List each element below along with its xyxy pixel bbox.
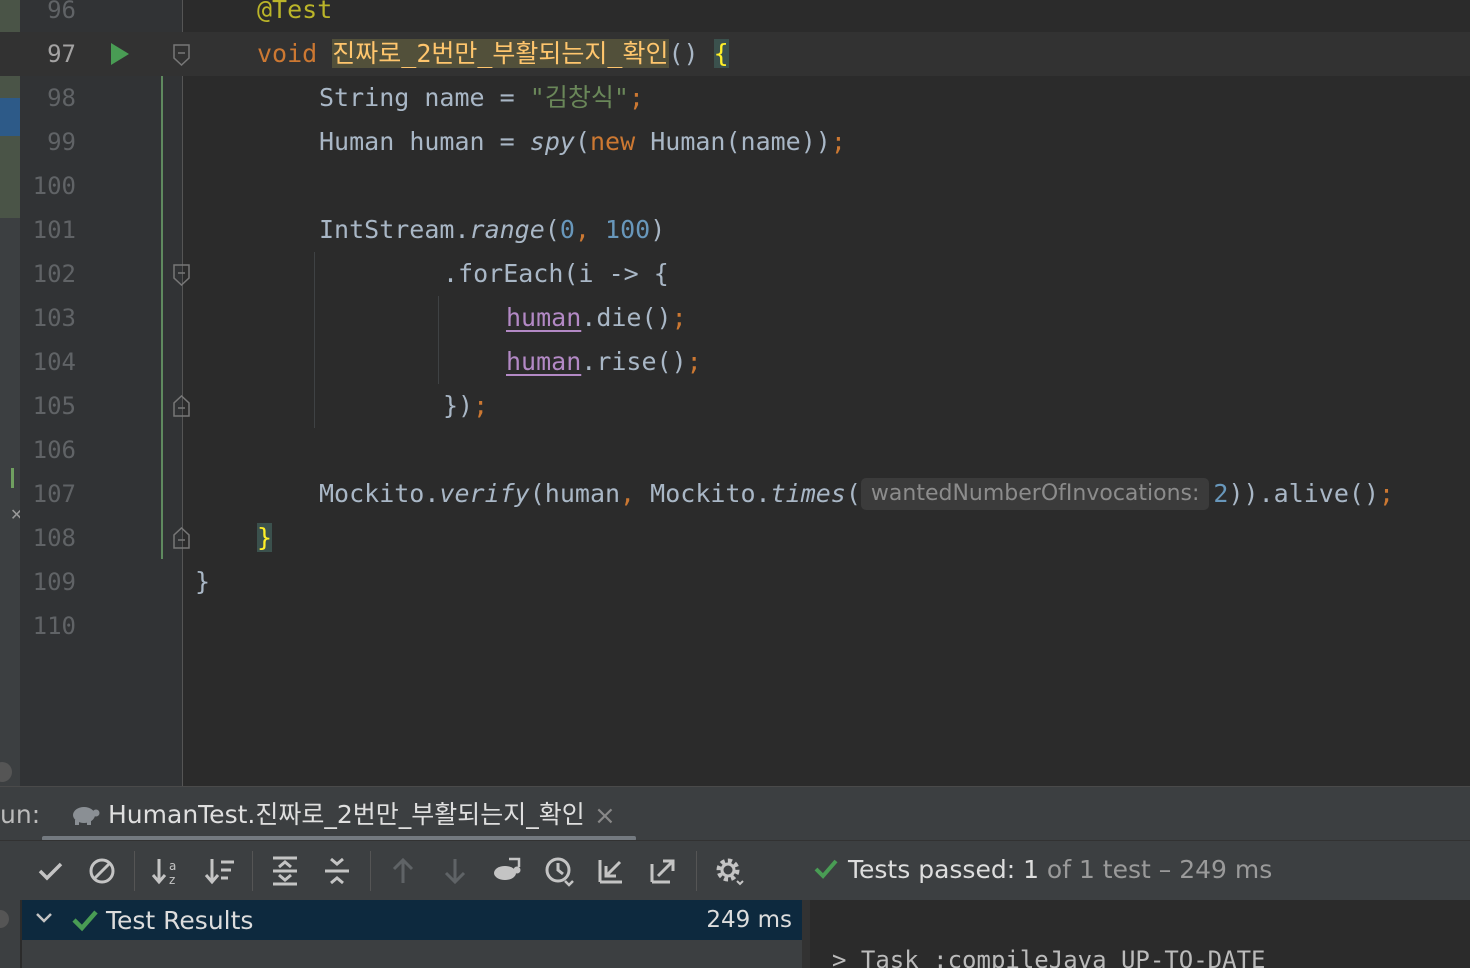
- fold-end-icon[interactable]: [173, 527, 190, 549]
- tree-row-test-results[interactable]: Test Results 249 ms: [22, 900, 802, 940]
- line-number: 110: [32, 612, 76, 640]
- test-turtle-icon: [73, 807, 100, 825]
- line-number: 104: [32, 348, 76, 376]
- tree-row-duration: 249 ms: [706, 907, 792, 933]
- export-icon[interactable]: [646, 854, 680, 888]
- code-line-103[interactable]: 103 human.die();: [0, 296, 1470, 340]
- scroll-knob[interactable]: [0, 762, 12, 782]
- stop-icon[interactable]: [85, 854, 119, 888]
- test-history-icon[interactable]: [542, 854, 576, 888]
- code-text[interactable]: Mockito.verify(human, Mockito.times(want…: [319, 472, 1394, 516]
- line-number: 96: [47, 0, 76, 24]
- svg-text:z: z: [169, 873, 175, 887]
- tree-row-label: Test Results: [106, 906, 254, 935]
- code-text[interactable]: human.rise();: [506, 340, 702, 384]
- test-status: Tests passed: 1 of 1 test – 249 ms: [814, 841, 1272, 899]
- test-results-area: Test Results 249 ms > Task :compileJava …: [0, 900, 1470, 968]
- panel-splitter[interactable]: [802, 900, 810, 968]
- code-text[interactable]: Human human = spy(new Human(name));: [319, 120, 846, 164]
- line-number: 102: [32, 260, 76, 288]
- code-line-101[interactable]: 101 IntStream.range(0, 100): [0, 208, 1470, 252]
- code-text[interactable]: IntStream.range(0, 100): [319, 208, 665, 252]
- console-line: > Task :compileJava UP-TO-DATE: [832, 946, 1266, 968]
- code-line-96[interactable]: 96 @Test: [0, 0, 1470, 32]
- run-config-tab[interactable]: HumanTest.진짜로_2번만_부활되는지_확인 ×: [42, 787, 636, 841]
- code-line-109[interactable]: 109 }: [0, 560, 1470, 604]
- code-text[interactable]: @Test: [257, 0, 332, 32]
- code-line-110[interactable]: 110: [0, 604, 1470, 648]
- collapse-all-icon[interactable]: [320, 854, 354, 888]
- line-number: 108: [32, 524, 76, 552]
- fold-marker-icon[interactable]: [173, 264, 190, 286]
- toolbar-separator: [370, 851, 371, 891]
- code-editor[interactable]: ✕ 96 @Test 97 void 진짜로_2번만_부활되는지_확인() { …: [0, 0, 1470, 786]
- parameter-hint: wantedNumberOfInvocations:: [860, 478, 1210, 510]
- test-tree: Test Results 249 ms: [22, 900, 802, 968]
- line-number: 109: [32, 568, 76, 596]
- toolbar-separator: [134, 851, 135, 891]
- sort-duration-icon[interactable]: [203, 854, 237, 888]
- line-number: 98: [47, 84, 76, 112]
- test-runner-toolbar: az Tests passed: 1 of 1 test – 249 ms: [0, 840, 1470, 900]
- code-line-106[interactable]: 106: [0, 428, 1470, 472]
- line-number: 107: [32, 480, 76, 508]
- code-text[interactable]: }: [195, 560, 210, 604]
- import-icon[interactable]: [594, 854, 628, 888]
- run-tab-title: HumanTest.진짜로_2번만_부활되는지_확인: [108, 800, 585, 829]
- code-text[interactable]: human.die();: [506, 296, 687, 340]
- sort-alpha-icon[interactable]: az: [150, 854, 184, 888]
- run-test-icon[interactable]: [111, 43, 129, 65]
- run-label: un:: [0, 800, 41, 829]
- settings-icon[interactable]: [712, 854, 746, 888]
- code-line-108[interactable]: 108 }: [0, 516, 1470, 560]
- code-line-98[interactable]: 98 String name = "김창식";: [0, 76, 1470, 120]
- rerun-failed-icon[interactable]: [490, 854, 524, 888]
- code-line-100[interactable]: 100: [0, 164, 1470, 208]
- line-number: 101: [32, 216, 76, 244]
- fold-end-icon[interactable]: [173, 395, 190, 417]
- code-text[interactable]: String name = "김창식";: [319, 76, 644, 120]
- line-number: 97: [47, 40, 76, 68]
- check-icon[interactable]: [33, 854, 67, 888]
- run-tool-header: un: HumanTest.진짜로_2번만_부활되는지_확인 ×: [0, 786, 1470, 841]
- toolbar-separator: [696, 851, 697, 891]
- expand-all-icon[interactable]: [268, 854, 302, 888]
- left-tool-strip: [0, 900, 20, 968]
- code-line-99[interactable]: 99 Human human = spy(new Human(name));: [0, 120, 1470, 164]
- fold-marker-icon[interactable]: [173, 44, 190, 66]
- code-text[interactable]: .forEach(i -> {: [443, 252, 669, 296]
- code-text[interactable]: });: [443, 384, 488, 428]
- chevron-down-icon[interactable]: [34, 908, 54, 928]
- previous-icon[interactable]: [386, 854, 420, 888]
- line-number: 100: [32, 172, 76, 200]
- code-line-97[interactable]: 97 void 진짜로_2번만_부활되는지_확인() {: [0, 32, 1470, 76]
- line-number: 103: [32, 304, 76, 332]
- code-text[interactable]: void 진짜로_2번만_부활되는지_확인() {: [257, 32, 729, 76]
- console-output[interactable]: > Task :compileJava UP-TO-DATE: [810, 900, 1470, 968]
- code-text[interactable]: }: [257, 516, 273, 560]
- toolbar-separator: [252, 851, 253, 891]
- code-line-107[interactable]: 107 Mockito.verify(human, Mockito.times(…: [0, 472, 1470, 516]
- svg-text:a: a: [169, 859, 176, 873]
- code-line-104[interactable]: 104 human.rise();: [0, 340, 1470, 384]
- next-icon[interactable]: [438, 854, 472, 888]
- success-check-icon: [814, 859, 838, 879]
- success-check-icon: [72, 910, 98, 932]
- line-number: 106: [32, 436, 76, 464]
- line-number: 105: [32, 392, 76, 420]
- line-number: 99: [47, 128, 76, 156]
- code-line-105[interactable]: 105 });: [0, 384, 1470, 428]
- code-line-102[interactable]: 102 .forEach(i -> {: [0, 252, 1470, 296]
